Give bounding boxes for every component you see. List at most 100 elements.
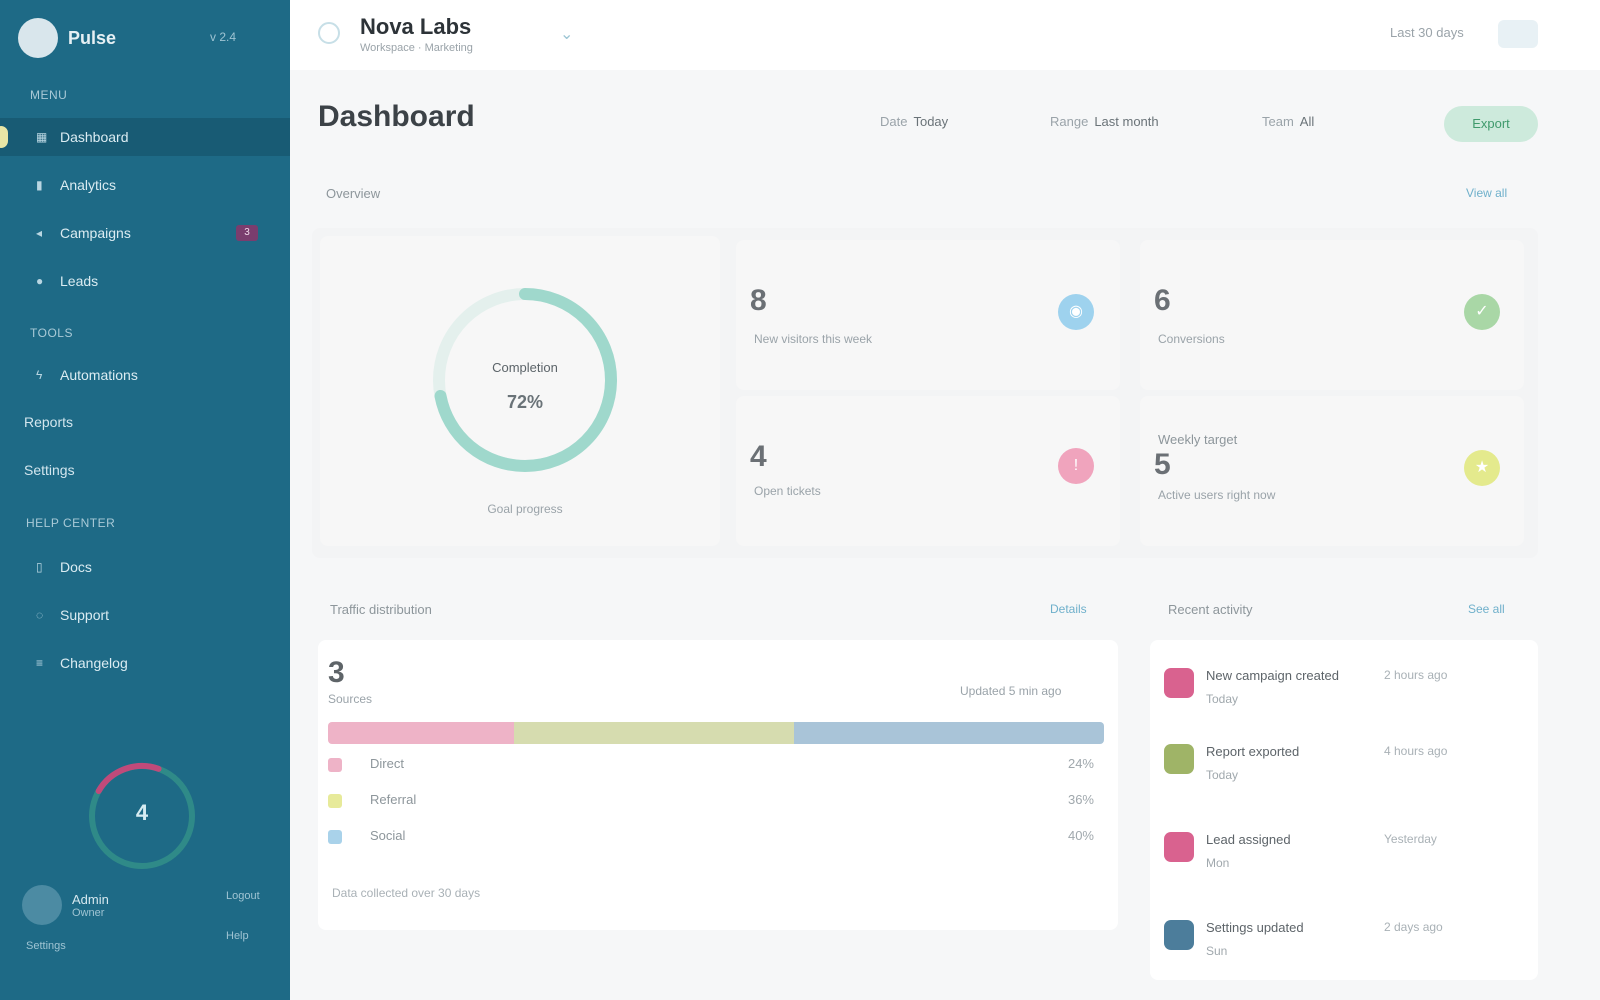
legend-swatch [328, 794, 342, 808]
activity-icon [1164, 832, 1194, 862]
user-name: Admin [72, 891, 109, 907]
distribution-updated: Updated 5 min ago [960, 684, 1062, 698]
logo-text: Pulse [68, 27, 117, 48]
sidebar-section-help: Help Center [26, 516, 116, 530]
sidebar-item-settings[interactable]: Settings [24, 462, 75, 478]
sidebar-item-label: Leads [60, 273, 99, 289]
legend-row: Social 40% [328, 828, 1104, 848]
stat-value: 4 [750, 440, 767, 473]
sidebar-item-support[interactable]: ◌ Support [0, 596, 290, 634]
filter-label: Range [1050, 114, 1089, 129]
campaigns-badge: 3 [236, 225, 258, 241]
completion-donut [433, 288, 617, 472]
activity-item[interactable]: Settings updated 2 days ago Sun [1164, 916, 1524, 976]
segment-referral[interactable] [514, 722, 794, 744]
activity-icon [1164, 920, 1194, 950]
overview-label: Overview [326, 186, 381, 201]
check-icon: ✓ [1464, 294, 1500, 330]
legend-row: Referral 36% [328, 792, 1104, 812]
activity-item[interactable]: New campaign created 2 hours ago Today [1164, 664, 1524, 724]
stat-label: Open tickets [754, 484, 821, 498]
legend-value: 24% [1067, 756, 1094, 771]
activity-meta: 4 hours ago [1384, 744, 1448, 758]
alert-icon: ! [1058, 448, 1094, 484]
sidebar-item-leads[interactable]: ● Leads [0, 262, 290, 300]
activity-meta: 2 hours ago [1384, 668, 1448, 682]
version-label: v 2.4 [210, 30, 237, 44]
page-title: Dashboard [318, 100, 475, 133]
sidebar-item-label: Changelog [60, 655, 128, 671]
activity-time: Mon [1206, 856, 1230, 870]
distribution-value-label: Sources [328, 692, 373, 706]
grid-icon: ▦ [36, 130, 48, 144]
stat-card-active-users[interactable]: Weekly target 5 Active users right now ★ [1140, 396, 1524, 546]
sidebar-item-dashboard[interactable]: ▦ Dashboard [0, 118, 290, 156]
activity-see-all-link[interactable]: See all [1468, 602, 1505, 616]
book-icon: ▯ [36, 560, 43, 574]
settings-link[interactable]: Settings [26, 940, 66, 952]
eye-icon: ◉ [1058, 294, 1094, 330]
donut-caption: Goal progress [487, 502, 563, 516]
activity-title: Report exported [1206, 744, 1300, 759]
user-profile[interactable]: Admin Owner [22, 885, 109, 925]
sidebar-section-menu: Menu [30, 88, 68, 102]
megaphone-icon: ◂ [36, 226, 43, 240]
export-button[interactable]: Export [1444, 106, 1538, 142]
topbar: Nova Labs Workspace · Marketing ⌄ Last 3… [290, 0, 1600, 70]
sidebar-item-reports[interactable]: Reports [24, 414, 73, 430]
legend-row: Direct 24% [328, 756, 1104, 776]
distribution-bar [328, 722, 1104, 744]
stat-value: 8 [750, 284, 767, 317]
stat-card-conversions[interactable]: 6 Conversions ✓ [1140, 240, 1524, 390]
distribution-label: Traffic distribution [330, 602, 432, 617]
logout-link[interactable]: Logout [226, 890, 260, 902]
sidebar-item-label: Support [60, 607, 110, 623]
segment-direct[interactable] [328, 722, 515, 744]
filter-date[interactable]: Date Today [880, 114, 948, 129]
activity-title: Settings updated [1206, 920, 1304, 935]
sidebar-section-tools: Tools [30, 326, 73, 340]
help-link[interactable]: Help [226, 930, 249, 942]
activity-meta: Yesterday [1384, 832, 1437, 846]
sidebar-item-changelog[interactable]: ≡ Changelog [0, 644, 290, 682]
notifications-button[interactable] [1498, 20, 1538, 48]
gauge-value: 4 [135, 800, 149, 825]
chat-icon: ◌ [36, 608, 44, 622]
activity-title: New campaign created [1206, 668, 1339, 683]
sidebar-item-docs[interactable]: ▯ Docs [0, 548, 290, 586]
activity-item[interactable]: Report exported 4 hours ago Today [1164, 740, 1524, 800]
chevron-down-icon[interactable]: ⌄ [560, 24, 573, 44]
activity-title: Lead assigned [1206, 832, 1291, 847]
sidebar-item-label: Dashboard [60, 129, 129, 145]
stat-label: Conversions [1158, 332, 1225, 346]
overview-view-all-link[interactable]: View all [1466, 186, 1507, 200]
back-icon[interactable] [318, 22, 340, 44]
star-icon: ★ [1464, 450, 1500, 486]
donut-label: Completion [492, 360, 558, 375]
sidebar-item-automations[interactable]: ϟ Automations [0, 356, 290, 394]
activity-icon [1164, 744, 1194, 774]
legend-swatch [328, 830, 342, 844]
distribution-value: 3 [328, 656, 345, 689]
sidebar-item-label: Campaigns [60, 225, 131, 241]
workspace-name: Nova Labs [360, 14, 472, 39]
logo-icon [18, 18, 58, 58]
filter-label: Date [880, 114, 908, 129]
stat-card-visitors[interactable]: 8 New visitors this week ◉ [736, 240, 1120, 390]
user-role: Owner [72, 906, 105, 919]
filter-value: Last month [1094, 114, 1159, 129]
sidebar-item-label: Automations [60, 367, 138, 383]
filter-team[interactable]: Team All [1262, 114, 1314, 129]
stat-card-tickets[interactable]: 4 Open tickets ! [736, 396, 1120, 546]
date-range-label[interactable]: Last 30 days [1390, 25, 1464, 40]
logo[interactable]: Pulse [18, 18, 116, 58]
distribution-details-link[interactable]: Details [1050, 602, 1087, 616]
filter-value: All [1299, 114, 1315, 129]
sidebar-item-analytics[interactable]: ▮ Analytics [0, 166, 290, 204]
sidebar: Pulse v 2.4 Menu ▦ Dashboard ▮ Analytics… [0, 0, 290, 1000]
filter-range[interactable]: Range Last month [1050, 114, 1159, 129]
segment-social[interactable] [793, 722, 1104, 744]
donut-value: 72% [506, 392, 544, 412]
legend-name: Referral [370, 792, 417, 807]
activity-item[interactable]: Lead assigned Yesterday Mon [1164, 828, 1524, 888]
